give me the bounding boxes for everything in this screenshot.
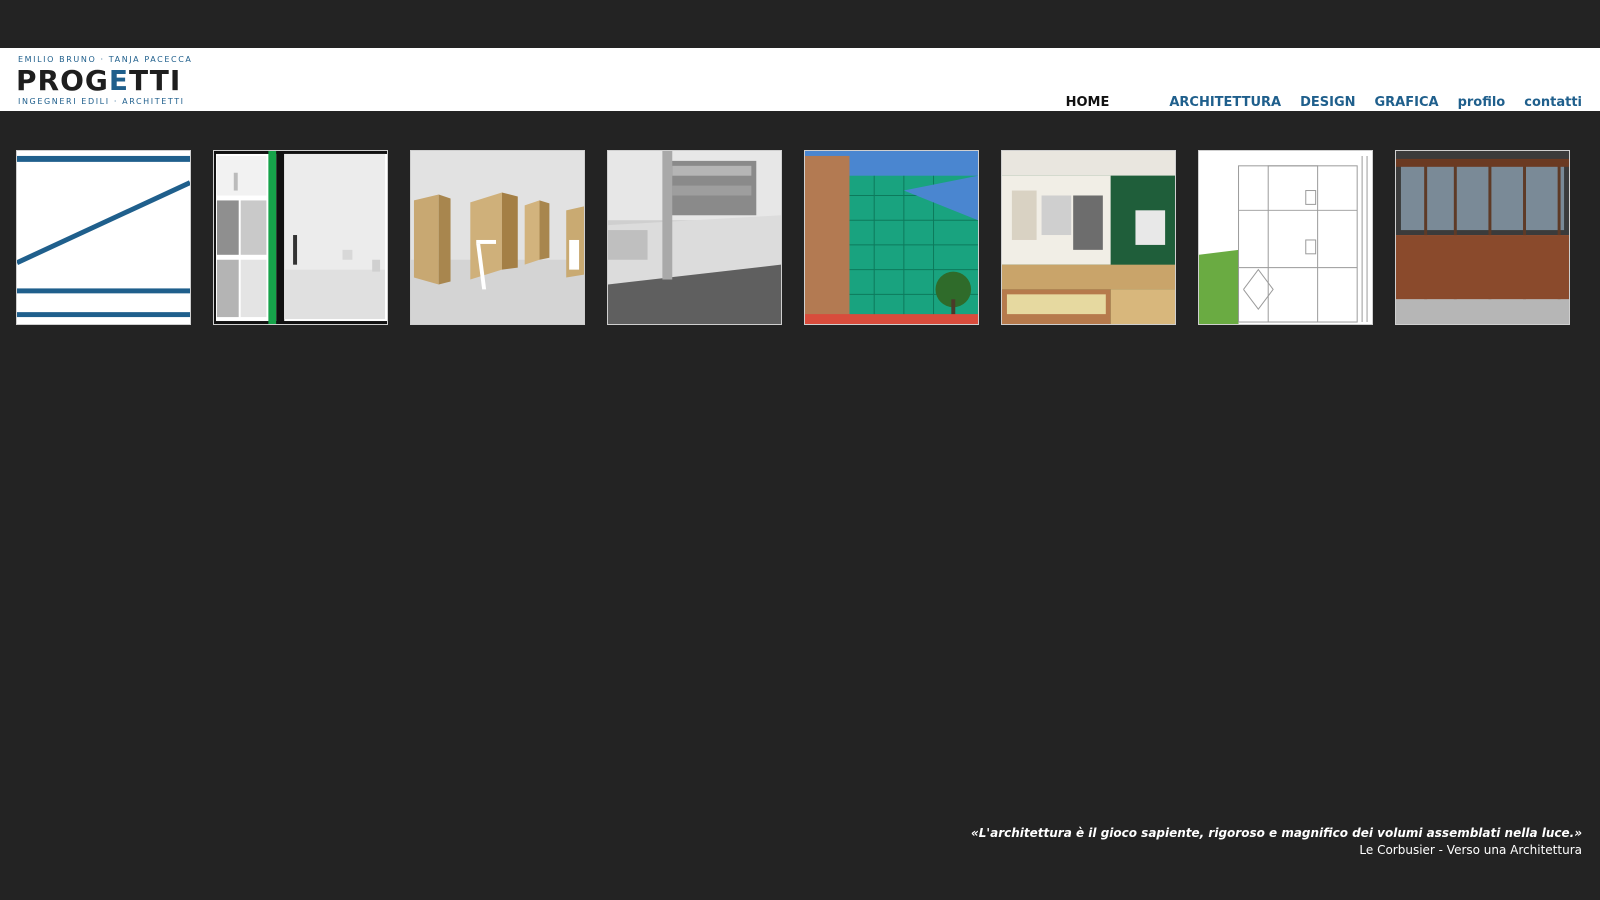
gallery-thumb-kitchen[interactable]	[607, 150, 782, 325]
logo-tagline-bottom: INGEGNERI EDILI · ARCHITETTI	[18, 97, 185, 106]
blue-lines-image	[17, 151, 190, 324]
nav-home[interactable]: HOME	[1066, 95, 1110, 110]
footer-quote: «L'architettura è il gioco sapiente, rig…	[971, 826, 1582, 857]
nav-grafica[interactable]: GRAFICA	[1375, 95, 1439, 110]
gallery-thumb-pavilion[interactable]	[1395, 150, 1570, 325]
gallery-thumb-bar[interactable]	[1001, 150, 1176, 325]
facade-drawing-image	[1199, 151, 1372, 324]
quote-text: «L'architettura è il gioco sapiente, rig…	[970, 826, 1582, 840]
main-nav: HOME ARCHITETTURA DESIGN GRAFICA profilo…	[1047, 92, 1582, 112]
logo-tagline-top: EMILIO BRUNO · TANJA PACECCA	[18, 55, 193, 64]
gallery-thumb-squadra[interactable]	[213, 150, 388, 325]
gallery-thumb-drawing[interactable]	[1198, 150, 1373, 325]
gallery-thumb-building[interactable]	[804, 150, 979, 325]
gallery-thumb-chairs[interactable]	[410, 150, 585, 325]
quote-author: Le Corbusier - Verso una Architettura	[1359, 843, 1582, 857]
green-bar-image	[1002, 151, 1175, 324]
nav-contatti[interactable]: contatti	[1524, 95, 1582, 110]
building-scaffolding-image	[805, 151, 978, 324]
wooden-chairs-image	[411, 151, 584, 324]
squadra-interior-image	[214, 151, 387, 324]
kitchen-counter-image	[608, 151, 781, 324]
nav-profilo[interactable]: profilo	[1458, 95, 1506, 110]
nav-architettura[interactable]: ARCHITETTURA	[1169, 95, 1281, 110]
nav-design[interactable]: DESIGN	[1300, 95, 1355, 110]
project-gallery	[16, 150, 1570, 325]
site-header: EMILIO BRUNO · TANJA PACECCA PROGETTI IN…	[0, 48, 1600, 111]
logo-wordmark: PROGETTI	[16, 64, 182, 97]
glass-pavilion-image	[1396, 151, 1569, 324]
logo[interactable]: EMILIO BRUNO · TANJA PACECCA PROGETTI IN…	[16, 54, 191, 108]
gallery-thumb-graphic[interactable]	[16, 150, 191, 325]
